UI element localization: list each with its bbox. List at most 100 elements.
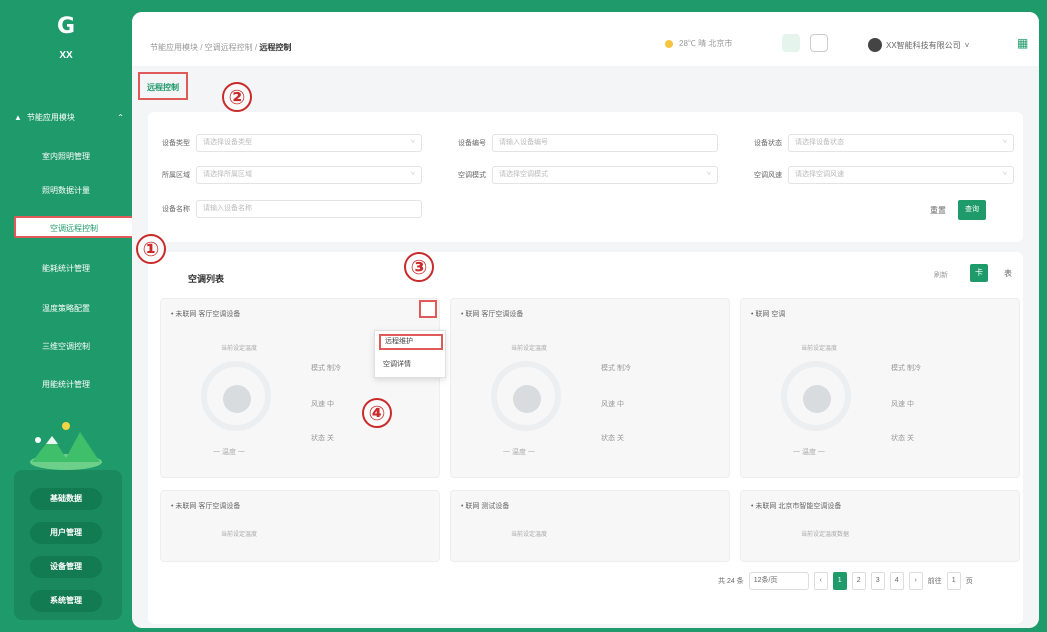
card-title: • 未联网 客厅空调设备 xyxy=(171,503,241,510)
card-status-value: 状态 关 xyxy=(601,435,624,442)
filter-fan-speed: 空调风速 请选择空调风速 ˅ xyxy=(754,166,1014,184)
device-name-input[interactable]: 请输入设备名称 xyxy=(196,200,422,218)
query-button[interactable]: 查询 xyxy=(958,200,986,220)
system-management-button[interactable]: 系统管理 xyxy=(30,590,102,612)
device-type-select[interactable]: 请选择设备类型 ˅ xyxy=(196,134,422,152)
page-button[interactable]: 1 xyxy=(832,572,847,590)
menu-item-ac-details[interactable]: 空调详情 xyxy=(379,357,443,373)
temperature-stepper[interactable]: 一 温度 一 xyxy=(503,447,535,457)
card-mode-value: 模式 制冷 xyxy=(601,365,631,372)
power-knob-icon[interactable] xyxy=(223,385,251,413)
chevron-down-icon: ˅ xyxy=(964,40,970,50)
table-view-toggle[interactable]: 表 xyxy=(1004,268,1012,279)
ac-card[interactable]: • 未联网 客厅空调设备 当前设定温度 模式 制冷 风速 中 状态 关 一 温度… xyxy=(160,298,440,478)
logo-text: XX xyxy=(59,50,73,61)
sidebar-item-indoor-lighting[interactable]: 室内照明管理 xyxy=(18,146,114,168)
sidebar-item-temp-policy[interactable]: 温度策略配置 xyxy=(18,298,114,320)
filter-label: 空调模式 xyxy=(458,172,486,179)
page-button[interactable]: 4 xyxy=(889,572,904,590)
nav-group-energy[interactable]: ▲ 节能应用模块 ⌃ xyxy=(14,112,124,123)
pagination: 共 24 条 12条/页 ‹ 1 2 3 4 › 前往 1 页 xyxy=(718,572,973,590)
device-management-button[interactable]: 设备管理 xyxy=(30,556,102,578)
device-status-select[interactable]: 请选择设备状态 ˅ xyxy=(788,134,1014,152)
power-knob-icon[interactable] xyxy=(803,385,831,413)
sidebar-item-energy-stats[interactable]: 能耗统计管理 xyxy=(18,258,114,280)
chevron-down-icon: ˅ xyxy=(410,171,415,178)
temperature-stepper[interactable]: 一 温度 一 xyxy=(793,447,825,457)
sidebar-item-3d-ac[interactable]: 三维空调控制 xyxy=(18,336,114,358)
ac-card[interactable]: • 联网 客厅空调设备 当前设定温度 模式 制冷 风速 中 状态 关 一 温度 … xyxy=(450,298,730,478)
card-subtitle: 当前设定温度 xyxy=(511,346,548,352)
home-icon[interactable] xyxy=(782,34,800,52)
breadcrumb-current: 远程控制 xyxy=(259,43,292,52)
goto-label: 前往 xyxy=(927,578,942,585)
card-fan-value: 风速 中 xyxy=(311,401,334,408)
fan-speed-select[interactable]: 请选择空调风速 ˅ xyxy=(788,166,1014,184)
page-button[interactable]: 2 xyxy=(851,572,866,590)
sidebar: G XX ▲ 节能应用模块 ⌃ 室内照明管理 照明数据计量 空调远程控制 能耗统… xyxy=(0,0,134,632)
filter-label: 设备状态 xyxy=(754,140,782,147)
menu-item-remote-maintenance[interactable]: 远程维护 xyxy=(379,334,443,350)
card-fan-value: 风速 中 xyxy=(891,401,914,408)
person-icon: ▲ xyxy=(14,113,22,122)
filter-device-status: 设备状态 请选择设备状态 ˅ xyxy=(754,134,1014,152)
power-knob-icon[interactable] xyxy=(513,385,541,413)
page-button[interactable]: 3 xyxy=(870,572,885,590)
refresh-button[interactable]: 刷新 xyxy=(934,270,948,280)
region-select[interactable]: 请选择所属区域 ˅ xyxy=(196,166,422,184)
user-name: XX智能科技有限公司 xyxy=(886,40,961,50)
annotation-marker-3: ③ xyxy=(404,252,434,282)
breadcrumb-item[interactable]: 空调远程控制 xyxy=(205,43,253,52)
card-view-toggle[interactable]: 卡 xyxy=(970,264,988,282)
filter-ac-mode: 空调模式 请选择空调模式 ˅ xyxy=(458,166,718,184)
sidebar-item-energy-usage[interactable]: 用能统计管理 xyxy=(18,374,114,396)
ac-card[interactable]: • 未联网 北京市智能空调设备 当前设定温度数据 xyxy=(740,490,1020,562)
card-title: • 联网 客厅空调设备 xyxy=(461,311,524,318)
app-grid-icon[interactable]: ▦ xyxy=(1017,36,1031,50)
card-subtitle: 当前设定温度数据 xyxy=(801,532,850,538)
card-mode-value: 模式 制冷 xyxy=(311,365,341,372)
filter-device-no: 设备编号 请输入设备编号 xyxy=(458,134,718,152)
prev-page-icon[interactable]: ‹ xyxy=(813,572,828,590)
sun-icon xyxy=(665,39,673,48)
user-management-button[interactable]: 用户管理 xyxy=(30,522,102,544)
user-menu[interactable]: XX智能科技有限公司 ˅ xyxy=(868,38,969,52)
card-subtitle: 当前设定温度 xyxy=(221,532,258,538)
ac-mode-select[interactable]: 请选择空调模式 ˅ xyxy=(492,166,718,184)
goto-page-input[interactable]: 1 xyxy=(946,572,961,590)
filter-region: 所属区域 请选择所属区域 ˅ xyxy=(162,166,422,184)
ac-card[interactable]: • 联网 测试设备 当前设定温度 xyxy=(450,490,730,562)
nav-group-label: 节能应用模块 xyxy=(26,113,75,122)
next-page-icon[interactable]: › xyxy=(908,572,923,590)
chevron-down-icon: ˅ xyxy=(706,171,711,178)
message-icon[interactable] xyxy=(810,34,828,52)
annotation-marker-4: ④ xyxy=(362,398,392,428)
breadcrumb: 节能应用模块 / 空调远程控制 / 远程控制 xyxy=(150,43,292,52)
filter-panel: 设备类型 请选择设备类型 ˅ 设备编号 请输入设备编号 设备状态 请选择设备状态 ˅… xyxy=(148,112,1023,242)
breadcrumb-item[interactable]: 节能应用模块 xyxy=(150,43,198,52)
filter-label: 空调风速 xyxy=(754,172,782,179)
list-title: 空调列表 xyxy=(188,274,225,284)
filter-label: 设备编号 xyxy=(458,140,486,147)
sidebar-item-lighting-metering[interactable]: 照明数据计量 xyxy=(18,180,114,202)
tab-remote-control[interactable]: 远程控制 xyxy=(138,72,188,100)
card-dropdown-menu: 远程维护 空调详情 xyxy=(374,330,446,378)
landscape-illustration xyxy=(30,422,102,470)
more-options-button[interactable] xyxy=(419,300,437,318)
card-subtitle: 当前设定温度 xyxy=(221,346,258,352)
reset-button[interactable]: 重置 xyxy=(930,205,946,216)
basic-data-button[interactable]: 基础数据 xyxy=(30,488,102,510)
chevron-down-icon: ˅ xyxy=(1002,171,1007,178)
ac-card[interactable]: • 未联网 客厅空调设备 当前设定温度 xyxy=(160,490,440,562)
logo-icon: G xyxy=(56,14,76,39)
device-no-input[interactable]: 请输入设备编号 xyxy=(492,134,718,152)
filter-label: 设备名称 xyxy=(162,206,190,213)
page-size-select[interactable]: 12条/页 xyxy=(748,572,809,590)
card-mode-value: 模式 制冷 xyxy=(891,365,921,372)
card-title: • 联网 测试设备 xyxy=(461,503,510,510)
temperature-stepper[interactable]: 一 温度 一 xyxy=(213,447,245,457)
sidebar-item-ac-remote[interactable]: 空调远程控制 xyxy=(14,216,134,238)
page-suffix: 页 xyxy=(965,578,973,585)
card-subtitle: 当前设定温度 xyxy=(801,346,838,352)
ac-card[interactable]: • 联网 空调 当前设定温度 模式 制冷 风速 中 状态 关 一 温度 一 xyxy=(740,298,1020,478)
